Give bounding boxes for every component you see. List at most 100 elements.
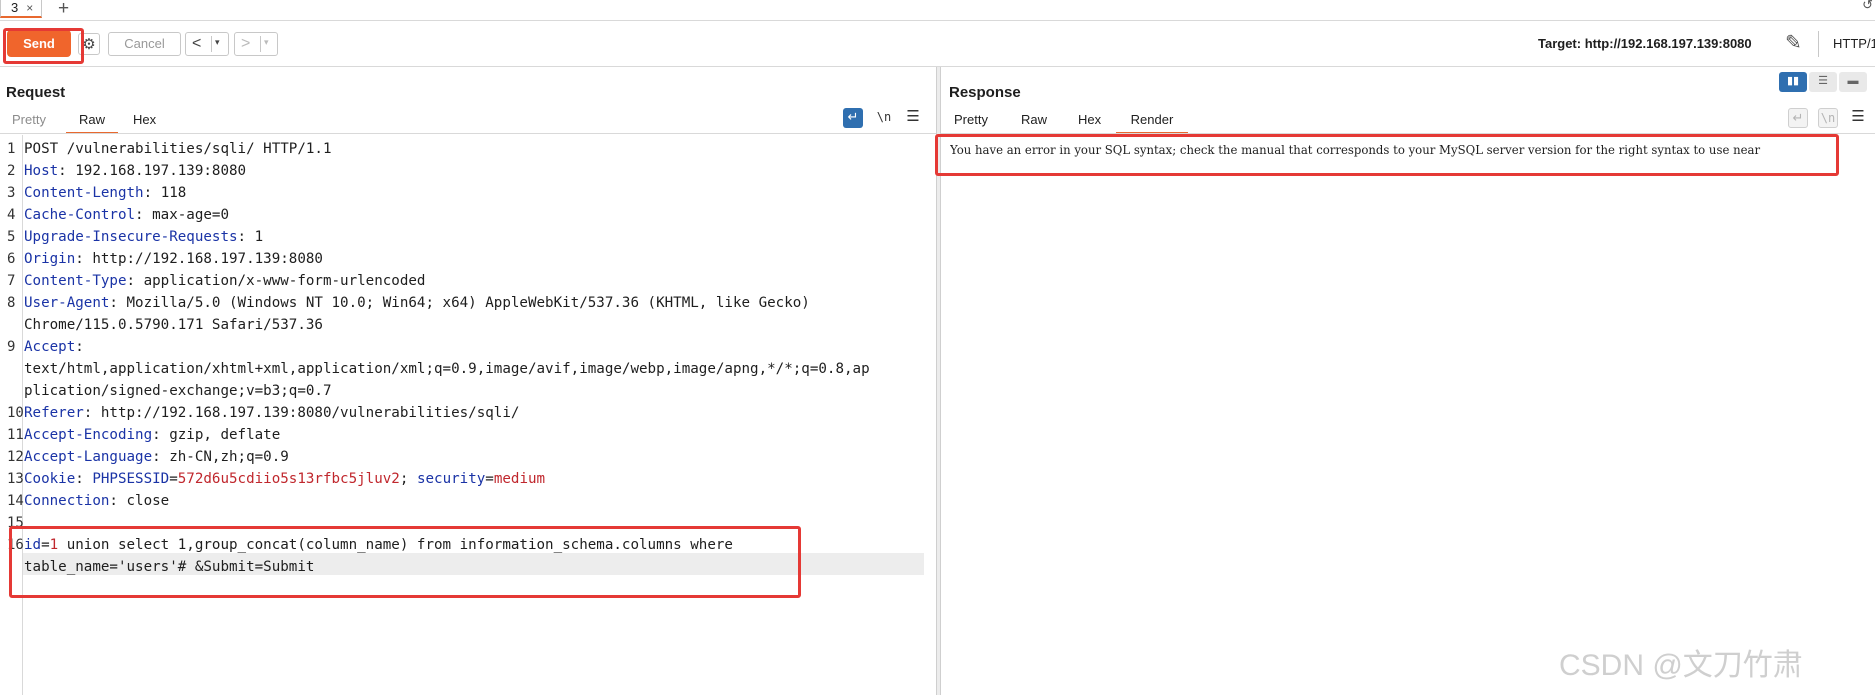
- toolbar: Send ⚙ Cancel < ▾ > ▾ Target: http://192…: [0, 21, 1875, 67]
- header-name: Host: [24, 163, 59, 179]
- header-value: Mozilla/5.0 (Windows NT 10.0; Win64; x64…: [126, 295, 810, 311]
- header-value: application/x-www-form-urlencoded: [143, 273, 426, 289]
- newline-toggle-icon[interactable]: \n: [874, 108, 894, 128]
- cookie-name: PHPSESSID: [92, 471, 170, 487]
- request-editor[interactable]: 1 POST /vulnerabilities/sqli/ HTTP/1.1 2 Ho…: [0, 135, 935, 695]
- header-name: Cache-Control: [24, 207, 136, 223]
- menu-icon[interactable]: ☰: [1848, 108, 1868, 128]
- tab-render[interactable]: Render: [1116, 110, 1188, 134]
- forward-button[interactable]: > ▾: [234, 32, 278, 56]
- header-value: 1: [254, 229, 264, 245]
- wrap-lines-icon[interactable]: ↵: [1788, 108, 1808, 128]
- header-value: max-age=0: [152, 207, 230, 223]
- line-content: User-Agent: Mozilla/5.0 (Windows NT 10.0…: [24, 292, 810, 314]
- separator: :: [83, 405, 101, 421]
- separator: :: [126, 273, 144, 289]
- newline-toggle-icon[interactable]: \n: [1818, 108, 1838, 128]
- wrap-lines-icon[interactable]: ↵: [843, 108, 863, 128]
- header-name: Referer: [24, 405, 84, 421]
- line-number: 5: [7, 229, 16, 245]
- separator: =: [485, 471, 494, 487]
- edit-pencil-icon[interactable]: ✎: [1785, 30, 1802, 55]
- header-name: Connection: [24, 493, 110, 509]
- line-number: 7: [7, 273, 16, 289]
- line-content: text/html,application/xhtml+xml,applicat…: [24, 358, 870, 380]
- line-number: 10: [7, 405, 24, 421]
- header-value: close: [126, 493, 170, 509]
- code-text: plication/signed-exchange;v=b3;q=0.7: [24, 383, 332, 399]
- chevron-right-icon: >: [241, 35, 251, 52]
- chevron-left-icon: <: [192, 35, 202, 52]
- header-value: zh-CN,zh;q=0.9: [169, 449, 289, 465]
- response-title: Response: [949, 84, 1021, 101]
- header-name: Upgrade-Insecure-Requests: [24, 229, 238, 245]
- watermark: CSDN @文刀竹肃: [1559, 649, 1803, 682]
- header-value: http://192.168.197.139:8080: [92, 251, 323, 267]
- split-horizontal-icon[interactable]: ▮▮: [1779, 72, 1807, 92]
- line-content: Host: 192.168.197.139:8080: [24, 160, 246, 182]
- header-value: 118: [160, 185, 187, 201]
- tab-strip: 3 × + ↺: [0, 0, 1875, 21]
- separator: :: [75, 251, 93, 267]
- tab-raw[interactable]: Raw: [66, 110, 118, 134]
- header-name: Accept-Language: [24, 449, 153, 465]
- line-content: Content-Length: 118: [24, 182, 186, 204]
- header-name: User-Agent: [24, 295, 110, 311]
- header-name: Cookie: [24, 471, 76, 487]
- tab-hex[interactable]: Hex: [133, 110, 156, 132]
- header-value: gzip, deflate: [169, 427, 281, 443]
- line-number: 6: [7, 251, 16, 267]
- line-number: 4: [7, 207, 16, 223]
- tab-label: 3: [11, 0, 19, 15]
- line-number: 9: [7, 339, 16, 355]
- chevron-down-icon[interactable]: ▾: [215, 37, 220, 48]
- http-version[interactable]: HTTP/1: [1833, 36, 1875, 51]
- line-number: 12: [7, 449, 24, 465]
- add-tab-icon[interactable]: +: [58, 0, 69, 20]
- separator: :: [237, 229, 255, 245]
- line-content: Origin: http://192.168.197.139:8080: [24, 248, 323, 270]
- split-vertical-icon[interactable]: ☰: [1809, 72, 1837, 92]
- close-icon[interactable]: ×: [26, 0, 33, 16]
- line-number: 11: [7, 427, 24, 443]
- header-value: http://192.168.197.139:8080/vulnerabilit…: [100, 405, 520, 421]
- separator: :: [58, 163, 76, 179]
- separator: :: [109, 295, 127, 311]
- separator: :: [135, 207, 153, 223]
- cancel-button[interactable]: Cancel: [108, 32, 181, 56]
- tab-raw[interactable]: Raw: [1021, 110, 1047, 132]
- line-content: Connection: close: [24, 490, 169, 512]
- line-content: Accept-Language: zh-CN,zh;q=0.9: [24, 446, 289, 468]
- header-name: Content-Length: [24, 185, 144, 201]
- line-content: Referer: http://192.168.197.139:8080/vul…: [24, 402, 519, 424]
- menu-icon[interactable]: ☰: [903, 108, 923, 128]
- separator: :: [152, 449, 170, 465]
- payload-highlight-box: [9, 526, 801, 598]
- request-title: Request: [6, 84, 66, 101]
- header-name: Origin: [24, 251, 76, 267]
- request-tab[interactable]: 3 ×: [0, 0, 42, 18]
- tab-menu-icon[interactable]: ↺: [1862, 0, 1873, 13]
- code-text: POST /vulnerabilities/sqli/ HTTP/1.1: [24, 141, 332, 157]
- separator: :: [75, 471, 93, 487]
- single-pane-icon[interactable]: ▬: [1839, 72, 1867, 92]
- cookie-name: security: [416, 471, 486, 487]
- separator: =: [169, 471, 178, 487]
- response-render-text: You have an error in your SQL syntax; ch…: [950, 143, 1761, 157]
- separator: :: [75, 339, 84, 355]
- separator: :: [143, 185, 161, 201]
- cookie-value: medium: [493, 471, 546, 487]
- back-button[interactable]: < ▾: [185, 32, 229, 56]
- tab-pretty[interactable]: Pretty: [954, 110, 988, 132]
- header-name: Accept: [24, 339, 76, 355]
- line-number: 14: [7, 493, 24, 509]
- tab-pretty[interactable]: Pretty: [12, 110, 46, 132]
- target-label: Target: http://192.168.197.139:8080: [1538, 36, 1752, 51]
- line-number: 2: [7, 163, 16, 179]
- line-number: 3: [7, 185, 16, 201]
- header-value: 192.168.197.139:8080: [75, 163, 247, 179]
- chevron-down-icon[interactable]: ▾: [264, 37, 269, 48]
- code-text: text/html,application/xhtml+xml,applicat…: [24, 361, 870, 377]
- tab-hex[interactable]: Hex: [1078, 110, 1101, 132]
- header-name: Accept-Encoding: [24, 427, 153, 443]
